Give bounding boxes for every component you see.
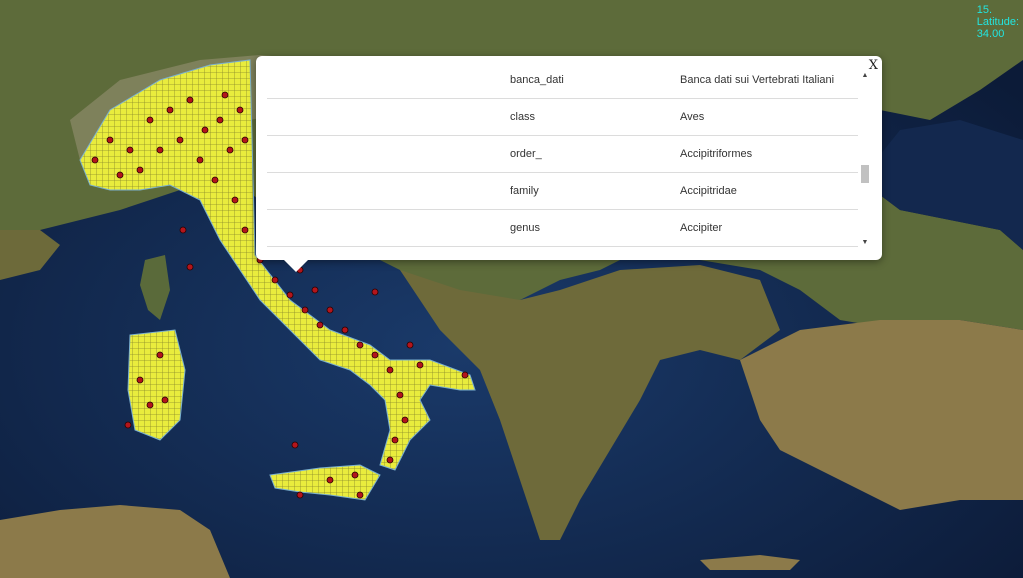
- table-row: genus Accipiter: [267, 210, 858, 247]
- coordinate-readout: 15. Latitude: 34.00: [977, 4, 1019, 40]
- attribute-value: Accipitridae: [680, 185, 737, 197]
- table-row: order_ Accipitriformes: [267, 136, 858, 173]
- attribute-table[interactable]: banca_dati Banca dati sui Vertebrati Ita…: [267, 62, 858, 250]
- popup-scrollbar[interactable]: ▲ ▼: [860, 72, 870, 247]
- latitude-label: Latitude:: [976, 16, 1019, 28]
- attribute-key: family: [510, 185, 539, 197]
- table-row: class Aves: [267, 99, 858, 136]
- attribute-value: Accipiter: [680, 222, 723, 234]
- attribute-value: Banca dati sui Vertebrati Italiani: [680, 74, 835, 86]
- latitude-value: 34.00: [976, 28, 1005, 40]
- feature-info-popup: X banca_dati Banca dati sui Vertebrati I…: [256, 56, 882, 272]
- scrollbar-thumb[interactable]: [861, 165, 869, 183]
- scroll-down-arrow-icon[interactable]: ▼: [860, 239, 870, 247]
- scroll-up-arrow-icon[interactable]: ▲: [860, 72, 870, 80]
- attribute-key: genus: [510, 222, 540, 234]
- attribute-key: order_: [510, 148, 542, 160]
- coordinate-line1: 15.: [976, 4, 993, 16]
- table-row: family Accipitridae: [267, 173, 858, 210]
- close-button[interactable]: X: [869, 58, 878, 73]
- sardinia: [127, 329, 186, 441]
- attribute-value: Accipitriformes: [680, 148, 753, 160]
- attribute-value: Aves: [680, 111, 705, 123]
- attribute-key: banca_dati: [510, 74, 564, 86]
- table-row: banca_dati Banca dati sui Vertebrati Ita…: [267, 62, 858, 99]
- attribute-key: class: [510, 111, 536, 123]
